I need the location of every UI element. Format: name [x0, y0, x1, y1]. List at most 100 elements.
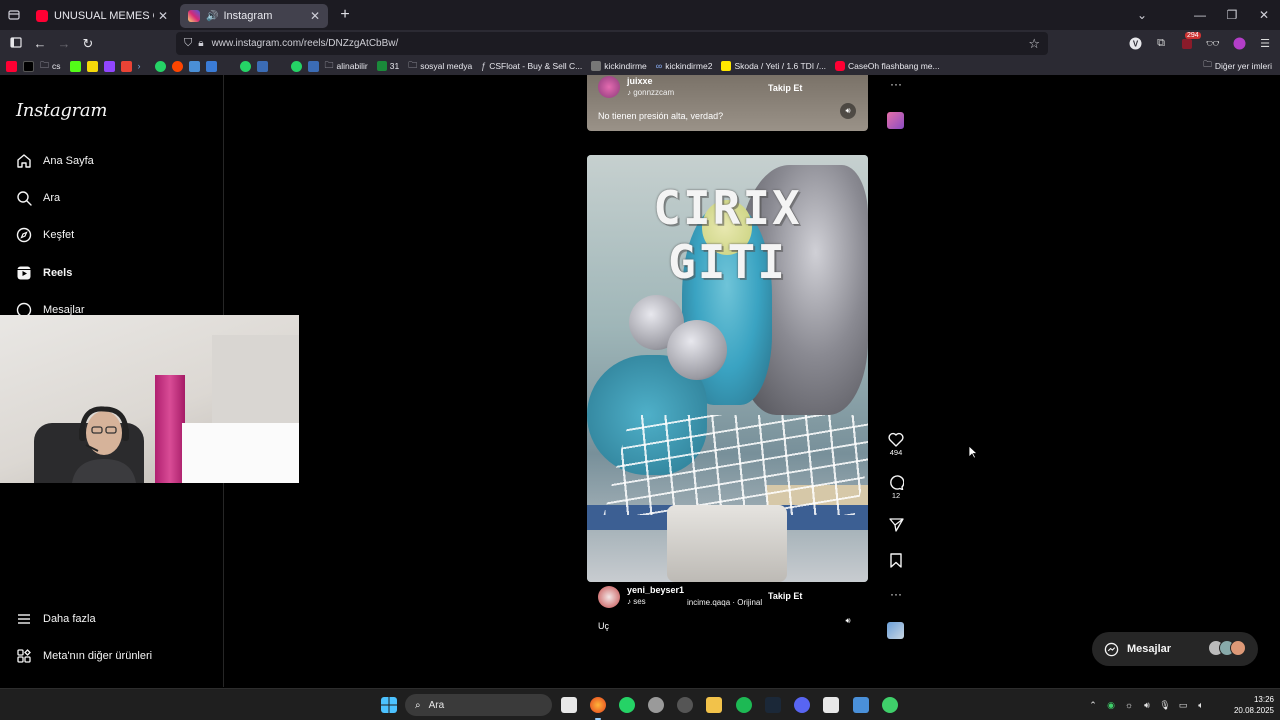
app-icon[interactable]: [853, 697, 869, 713]
tray-app-icon[interactable]: ◉: [1102, 700, 1120, 711]
like-button[interactable]: 494: [884, 432, 908, 457]
twitch-bookmark-icon[interactable]: [103, 60, 115, 72]
whatsapp-icon[interactable]: [619, 697, 635, 713]
kick-bookmark-icon[interactable]: [69, 60, 81, 72]
audio-thumbnail[interactable]: [887, 112, 904, 129]
maximize-button[interactable]: ❐: [1216, 8, 1248, 22]
url-bar[interactable]: ⛉ 🔒︎ www.instagram.com/reels/DNZzgAtCbBw…: [176, 32, 1048, 55]
s-bookmark-icon[interactable]: [86, 60, 98, 72]
bookmark-caseoh[interactable]: CaseOh flashbang me...: [834, 61, 940, 71]
bookmark-kickindirme[interactable]: kickindirme: [591, 61, 647, 71]
store-icon[interactable]: [823, 697, 839, 713]
vpn-app-icon[interactable]: [882, 697, 898, 713]
discord-icon[interactable]: [794, 697, 810, 713]
steam-icon[interactable]: [765, 697, 781, 713]
follow-button[interactable]: Takip Et: [768, 83, 802, 93]
bookmark-star-icon[interactable]: ☆: [1028, 36, 1040, 52]
other-bookmarks[interactable]: 🗀 Diğer yer imleri: [1197, 59, 1272, 73]
sidebar-item-meta[interactable]: Meta'nın diğer ürünleri: [15, 644, 152, 668]
profile-extension-icon[interactable]: [1230, 35, 1248, 53]
audio-thumbnail[interactable]: [887, 622, 904, 639]
wave2-bookmark-icon[interactable]: [307, 60, 319, 72]
bookmark-31[interactable]: 31: [376, 61, 399, 71]
reload-button[interactable]: ↻: [76, 36, 100, 52]
forward-button[interactable]: →: [52, 36, 76, 51]
bookmark-folder-cs[interactable]: 🗀 cs: [40, 58, 61, 74]
shield-icon[interactable]: ⛉: [184, 37, 192, 50]
start-icon[interactable]: [381, 697, 397, 713]
reel-video[interactable]: CIRIX GITI: [587, 155, 868, 582]
avatar[interactable]: [598, 586, 620, 608]
more-options-icon[interactable]: ···: [884, 587, 908, 601]
whatsapp3-bookmark-icon[interactable]: [290, 60, 302, 72]
reel-username[interactable]: juixxe: [627, 76, 653, 86]
lock-icon[interactable]: 🔒︎: [198, 38, 203, 49]
reel-audio[interactable]: ♪︎ gonnzzcam: [627, 88, 674, 97]
url-text[interactable]: www.instagram.com/reels/DNZzgAtCbBw/: [212, 38, 399, 49]
whatsapp2-bookmark-icon[interactable]: [239, 60, 251, 72]
wave-bookmark-icon[interactable]: [256, 60, 268, 72]
arrow2-bookmark-icon[interactable]: [222, 60, 234, 72]
sidebar-item-more[interactable]: Daha fazla: [15, 607, 96, 631]
new-tab-button[interactable]: +: [332, 6, 358, 24]
speaker-tray-icon[interactable]: 🔈︎: [1192, 700, 1210, 711]
spotify-icon[interactable]: [736, 697, 752, 713]
speaker-icon[interactable]: 🔊: [206, 11, 218, 22]
arrow-bookmark-icon[interactable]: ›: [137, 60, 149, 72]
settings-icon[interactable]: [677, 697, 693, 713]
chevron-up-icon[interactable]: ⌃: [1084, 700, 1102, 711]
hamburger-menu-icon[interactable]: ☰: [1256, 35, 1274, 53]
minimize-button[interactable]: —: [1184, 8, 1216, 22]
volume-icon[interactable]: 🔊︎: [1138, 700, 1156, 711]
tab-youtube[interactable]: UNUSUAL MEMES COMPILATIC ✕: [28, 4, 176, 28]
puzzle-extension-icon[interactable]: ⧉: [1152, 35, 1170, 53]
bookmark-csfloat[interactable]: ƒ CSFloat - Buy & Sell C...: [481, 61, 582, 71]
tab-instagram[interactable]: 🔊 Instagram ✕: [180, 4, 328, 28]
follow-button[interactable]: Takip Et: [768, 591, 802, 601]
instagram-logo[interactable]: Instagram: [16, 100, 107, 121]
close-tab-icon[interactable]: ✕: [158, 9, 168, 23]
microphone-icon[interactable]: 🎙︎: [1156, 700, 1174, 711]
map-bookmark-icon[interactable]: [188, 60, 200, 72]
sidebar-toggle-icon[interactable]: [4, 36, 28, 51]
adblock-extension-icon[interactable]: 294: [1178, 31, 1201, 53]
task-view-icon[interactable]: [561, 697, 577, 713]
reel-audio-credit[interactable]: incime.qaqa · Orijinal: [687, 598, 762, 607]
share-button[interactable]: [884, 518, 908, 532]
brightness-icon[interactable]: ☼: [1120, 700, 1138, 710]
reel-previous[interactable]: juixxe ♪︎ gonnzzcam Takip Et No tienen p…: [587, 75, 868, 131]
reel-audio[interactable]: ♪︎ ses: [627, 597, 646, 606]
bookmark-skoda[interactable]: Skoda / Yeti / 1.6 TDI /...: [721, 61, 826, 71]
gmail-bookmark-icon[interactable]: [120, 60, 132, 72]
back-button[interactable]: ←: [28, 36, 52, 51]
firefox-icon[interactable]: [590, 697, 606, 713]
clock[interactable]: 13:26 20.08.2025: [1216, 694, 1274, 716]
close-tab-icon[interactable]: ✕: [310, 9, 320, 23]
glasses-extension-icon[interactable]: 👓︎: [1204, 35, 1222, 53]
arrow3-bookmark-icon[interactable]: [273, 60, 285, 72]
vpn-extension-icon[interactable]: V: [1126, 35, 1144, 53]
bookmark-folder-sosyal-medya[interactable]: 🗀 sosyal medya: [408, 58, 472, 74]
file-explorer-icon[interactable]: [706, 697, 722, 713]
sidebar-item-home[interactable]: Ana Sayfa: [15, 149, 94, 173]
save-button[interactable]: [884, 553, 908, 568]
chevron-down-icon[interactable]: ⌄: [1126, 8, 1158, 22]
bookmark-folder-alinabilir[interactable]: 🗀 alinabilir: [325, 58, 368, 74]
volume-icon[interactable]: 🔊︎: [840, 103, 856, 119]
sidebar-item-explore[interactable]: Keşfet: [15, 223, 74, 247]
reddit-bookmark-icon[interactable]: [171, 60, 183, 72]
tab-list-icon[interactable]: [0, 0, 28, 30]
sidebar-item-reels[interactable]: Reels: [15, 261, 72, 285]
close-window-button[interactable]: ✕: [1248, 8, 1280, 22]
volume-icon[interactable]: 🔊︎: [840, 613, 856, 629]
x-bookmark-icon[interactable]: [23, 60, 34, 72]
obs-icon[interactable]: [648, 697, 664, 713]
whatsapp-bookmark-icon[interactable]: [154, 60, 166, 72]
taskbar-search[interactable]: ⌕ Ara: [405, 694, 552, 716]
youtube-bookmark-icon[interactable]: [6, 60, 17, 72]
avatar[interactable]: [598, 76, 620, 98]
messages-pill[interactable]: Mesajlar: [1092, 632, 1258, 666]
reel-username[interactable]: yeni_beyser1: [627, 585, 684, 595]
layers-bookmark-icon[interactable]: [205, 60, 217, 72]
bookmark-kickindirme2[interactable]: ∞ kickindirme2: [656, 61, 713, 71]
